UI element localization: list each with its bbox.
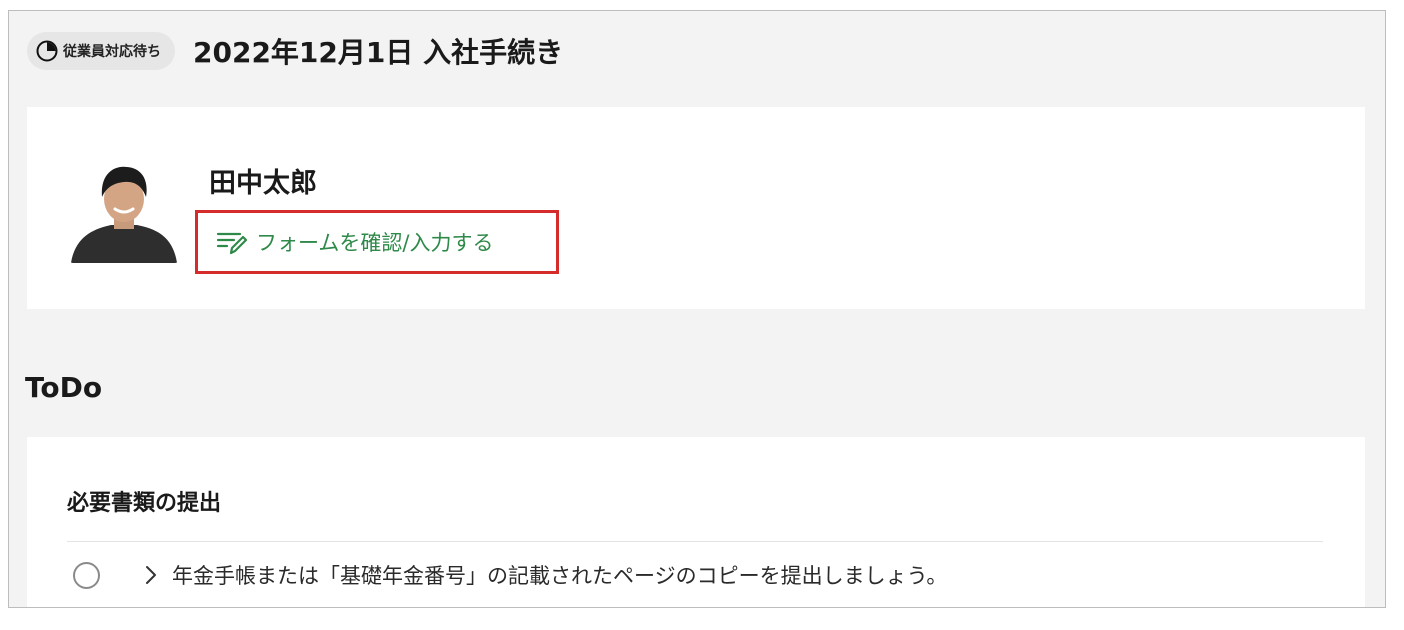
page-title: 2022年12月1日 入社手続き bbox=[193, 36, 564, 69]
form-check-input-link[interactable]: フォームを確認/入力する bbox=[195, 210, 559, 274]
onboarding-panel: 従業員対応待ち 2022年12月1日 入社手続き 田中太郎 フォームを確認/入力… bbox=[8, 10, 1386, 608]
avatar bbox=[69, 153, 179, 263]
page-header: 従業員対応待ち 2022年12月1日 入社手続き bbox=[27, 31, 563, 71]
employee-card: 田中太郎 フォームを確認/入力する bbox=[27, 107, 1365, 309]
edit-form-icon bbox=[216, 232, 248, 255]
status-badge-label: 従業員対応待ち bbox=[63, 44, 161, 60]
chevron-right-icon[interactable] bbox=[144, 564, 158, 586]
todo-card: 必要書類の提出 年金手帳または「基礎年金番号」の記載されたページのコピーを提出し… bbox=[27, 437, 1365, 607]
employee-name: 田中太郎 bbox=[209, 168, 317, 199]
divider bbox=[67, 541, 1323, 542]
todo-heading: ToDo bbox=[25, 371, 103, 404]
task-row: 年金手帳または「基礎年金番号」の記載されたページのコピーを提出しましょう。 bbox=[73, 560, 947, 590]
radio-empty-icon[interactable] bbox=[73, 561, 100, 589]
pie-clock-icon bbox=[36, 40, 58, 62]
avatar-photo bbox=[69, 153, 179, 263]
status-badge: 従業員対応待ち bbox=[27, 32, 175, 70]
form-link-label: フォームを確認/入力する bbox=[256, 231, 494, 255]
section-title: 必要書類の提出 bbox=[67, 491, 222, 516]
task-text: 年金手帳または「基礎年金番号」の記載されたページのコピーを提出しましょう。 bbox=[172, 564, 948, 588]
